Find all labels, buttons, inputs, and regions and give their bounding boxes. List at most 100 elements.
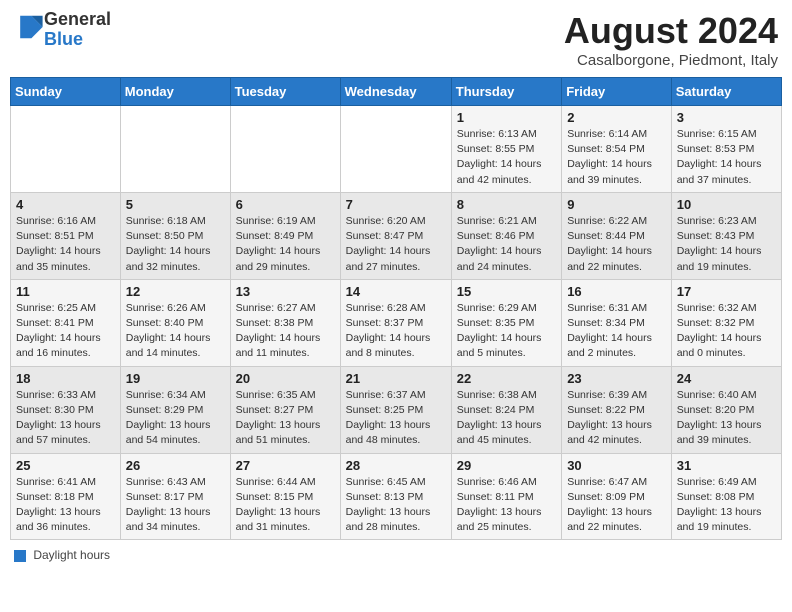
- header-day-thursday: Thursday: [451, 78, 561, 106]
- calendar-cell: 4 Sunrise: 6:16 AMSunset: 8:51 PMDaylight…: [11, 192, 121, 279]
- month-year: August 2024: [564, 10, 778, 52]
- header-day-saturday: Saturday: [671, 78, 781, 106]
- day-number: 31: [677, 458, 776, 473]
- day-number: 6: [236, 197, 335, 212]
- calendar-cell: 19 Sunrise: 6:34 AMSunset: 8:29 PMDayligh…: [120, 366, 230, 453]
- header-day-monday: Monday: [120, 78, 230, 106]
- calendar-header: SundayMondayTuesdayWednesdayThursdayFrid…: [11, 78, 782, 106]
- day-info: Sunrise: 6:21 AMSunset: 8:46 PMDaylight:…: [457, 214, 556, 275]
- day-info: Sunrise: 6:18 AMSunset: 8:50 PMDaylight:…: [126, 214, 225, 275]
- logo-text: General Blue: [44, 10, 111, 50]
- calendar-cell: 6Sunrise: 6:19 AMSunset: 8:49 PMDaylight…: [230, 192, 340, 279]
- calendar-cell: 2Sunrise: 6:14 AMSunset: 8:54 PMDaylight…: [562, 106, 672, 193]
- logo-general: General: [44, 9, 111, 29]
- calendar-cell: [120, 106, 230, 193]
- day-number: 17: [677, 284, 776, 299]
- calendar-cell: 27Sunrise: 6:44 AMSunset: 8:15 PMDayligh…: [230, 453, 340, 540]
- calendar-cell: 26 Sunrise: 6:43 AMSunset: 8:17 PMDayligh…: [120, 453, 230, 540]
- day-info: Sunrise: 6:23 AMSunset: 8:43 PMDaylight:…: [677, 214, 776, 275]
- day-number: 9: [567, 197, 666, 212]
- calendar-cell: 17 Sunrise: 6:32 AMSunset: 8:32 PMDayligh…: [671, 279, 781, 366]
- day-number: 19: [126, 371, 225, 386]
- calendar-cell: 5 Sunrise: 6:18 AMSunset: 8:50 PMDaylight…: [120, 192, 230, 279]
- day-number: 7: [346, 197, 446, 212]
- logo-blue: Blue: [44, 29, 83, 49]
- calendar-cell: 1 Sunrise: 6:13 AMSunset: 8:55 PMDaylight…: [451, 106, 561, 193]
- day-number: 24: [677, 371, 776, 386]
- calendar-week-1: 1 Sunrise: 6:13 AMSunset: 8:55 PMDaylight…: [11, 106, 782, 193]
- daylight-label: Daylight hours: [33, 548, 110, 562]
- calendar-cell: 11 Sunrise: 6:25 AMSunset: 8:41 PMDayligh…: [11, 279, 121, 366]
- calendar-cell: 10Sunrise: 6:23 AMSunset: 8:43 PMDayligh…: [671, 192, 781, 279]
- calendar-cell: 16 Sunrise: 6:31 AMSunset: 8:34 PMDayligh…: [562, 279, 672, 366]
- calendar-cell: 30Sunrise: 6:47 AMSunset: 8:09 PMDayligh…: [562, 453, 672, 540]
- day-info: Sunrise: 6:46 AMSunset: 8:11 PMDaylight:…: [457, 475, 556, 536]
- header-day-friday: Friday: [562, 78, 672, 106]
- day-info: Sunrise: 6:33 AMSunset: 8:30 PMDaylight:…: [16, 388, 115, 449]
- calendar-cell: 25Sunrise: 6:41 AMSunset: 8:18 PMDayligh…: [11, 453, 121, 540]
- calendar-body: 1 Sunrise: 6:13 AMSunset: 8:55 PMDaylight…: [11, 106, 782, 540]
- day-number: 15: [457, 284, 556, 299]
- day-number: 3: [677, 110, 776, 125]
- calendar-week-3: 11 Sunrise: 6:25 AMSunset: 8:41 PMDayligh…: [11, 279, 782, 366]
- header-day-wednesday: Wednesday: [340, 78, 451, 106]
- calendar-cell: 28 Sunrise: 6:45 AMSunset: 8:13 PMDayligh…: [340, 453, 451, 540]
- title-block: August 2024 Casalborgone, Piedmont, Ital…: [564, 10, 778, 69]
- day-number: 8: [457, 197, 556, 212]
- calendar-cell: [230, 106, 340, 193]
- day-number: 5: [126, 197, 225, 212]
- calendar-cell: 21 Sunrise: 6:37 AMSunset: 8:25 PMDayligh…: [340, 366, 451, 453]
- calendar-cell: 23 Sunrise: 6:39 AMSunset: 8:22 PMDayligh…: [562, 366, 672, 453]
- day-number: 30: [567, 458, 666, 473]
- calendar-cell: 12Sunrise: 6:26 AMSunset: 8:40 PMDayligh…: [120, 279, 230, 366]
- header-day-tuesday: Tuesday: [230, 78, 340, 106]
- calendar-cell: 22Sunrise: 6:38 AMSunset: 8:24 PMDayligh…: [451, 366, 561, 453]
- footer: Daylight hours: [10, 548, 782, 562]
- calendar-cell: 29 Sunrise: 6:46 AMSunset: 8:11 PMDayligh…: [451, 453, 561, 540]
- logo-icon: [16, 13, 44, 41]
- header-day-sunday: Sunday: [11, 78, 121, 106]
- day-info: Sunrise: 6:15 AMSunset: 8:53 PMDaylight:…: [677, 127, 776, 188]
- day-info: Sunrise: 6:29 AMSunset: 8:35 PMDaylight:…: [457, 301, 556, 362]
- day-info: Sunrise: 6:16 AMSunset: 8:51 PMDaylight:…: [16, 214, 115, 275]
- calendar-cell: 20Sunrise: 6:35 AMSunset: 8:27 PMDayligh…: [230, 366, 340, 453]
- page-header: General Blue August 2024 Casalborgone, P…: [10, 10, 782, 69]
- calendar-week-2: 4 Sunrise: 6:16 AMSunset: 8:51 PMDaylight…: [11, 192, 782, 279]
- day-number: 29: [457, 458, 556, 473]
- calendar-table: SundayMondayTuesdayWednesdayThursdayFrid…: [10, 77, 782, 540]
- calendar-cell: 15 Sunrise: 6:29 AMSunset: 8:35 PMDayligh…: [451, 279, 561, 366]
- calendar-cell: 13Sunrise: 6:27 AMSunset: 8:38 PMDayligh…: [230, 279, 340, 366]
- day-number: 1: [457, 110, 556, 125]
- day-number: 16: [567, 284, 666, 299]
- header-row: SundayMondayTuesdayWednesdayThursdayFrid…: [11, 78, 782, 106]
- day-info: Sunrise: 6:37 AMSunset: 8:25 PMDaylight:…: [346, 388, 446, 449]
- day-info: Sunrise: 6:28 AMSunset: 8:37 PMDaylight:…: [346, 301, 446, 362]
- day-info: Sunrise: 6:20 AMSunset: 8:47 PMDaylight:…: [346, 214, 446, 275]
- day-info: Sunrise: 6:31 AMSunset: 8:34 PMDaylight:…: [567, 301, 666, 362]
- day-number: 4: [16, 197, 115, 212]
- day-number: 21: [346, 371, 446, 386]
- day-info: Sunrise: 6:39 AMSunset: 8:22 PMDaylight:…: [567, 388, 666, 449]
- day-number: 28: [346, 458, 446, 473]
- day-number: 25: [16, 458, 115, 473]
- calendar-week-4: 18Sunrise: 6:33 AMSunset: 8:30 PMDayligh…: [11, 366, 782, 453]
- day-info: Sunrise: 6:40 AMSunset: 8:20 PMDaylight:…: [677, 388, 776, 449]
- day-number: 26: [126, 458, 225, 473]
- day-info: Sunrise: 6:35 AMSunset: 8:27 PMDaylight:…: [236, 388, 335, 449]
- day-info: Sunrise: 6:38 AMSunset: 8:24 PMDaylight:…: [457, 388, 556, 449]
- calendar-cell: 31Sunrise: 6:49 AMSunset: 8:08 PMDayligh…: [671, 453, 781, 540]
- day-info: Sunrise: 6:44 AMSunset: 8:15 PMDaylight:…: [236, 475, 335, 536]
- day-info: Sunrise: 6:13 AMSunset: 8:55 PMDaylight:…: [457, 127, 556, 188]
- location: Casalborgone, Piedmont, Italy: [564, 52, 778, 69]
- daylight-dot: [14, 550, 26, 562]
- day-info: Sunrise: 6:34 AMSunset: 8:29 PMDaylight:…: [126, 388, 225, 449]
- day-info: Sunrise: 6:32 AMSunset: 8:32 PMDaylight:…: [677, 301, 776, 362]
- calendar-cell: 7 Sunrise: 6:20 AMSunset: 8:47 PMDaylight…: [340, 192, 451, 279]
- day-info: Sunrise: 6:25 AMSunset: 8:41 PMDaylight:…: [16, 301, 115, 362]
- calendar-cell: [340, 106, 451, 193]
- day-info: Sunrise: 6:45 AMSunset: 8:13 PMDaylight:…: [346, 475, 446, 536]
- day-number: 23: [567, 371, 666, 386]
- day-number: 12: [126, 284, 225, 299]
- day-number: 11: [16, 284, 115, 299]
- day-info: Sunrise: 6:43 AMSunset: 8:17 PMDaylight:…: [126, 475, 225, 536]
